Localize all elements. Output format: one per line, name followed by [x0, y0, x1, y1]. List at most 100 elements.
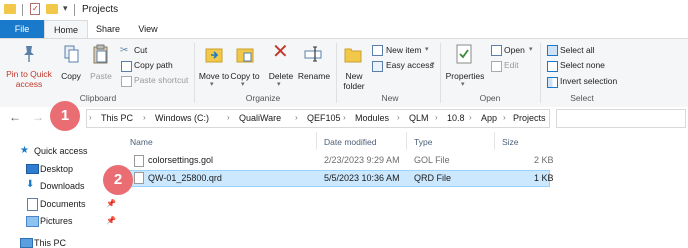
file-type: GOL File: [414, 155, 450, 165]
move-to-button[interactable]: Move to: [198, 71, 230, 81]
open-button[interactable]: Open: [504, 44, 525, 56]
file-name[interactable]: colorsettings.gol: [148, 155, 213, 165]
documents-icon: [27, 198, 38, 211]
new-item-icon: [372, 45, 383, 56]
tab-file[interactable]: File: [0, 20, 44, 38]
divider: [406, 132, 407, 150]
window-title: Projects: [82, 4, 119, 15]
copy-to-button[interactable]: Copy to: [229, 71, 261, 81]
chevron-down-icon: ▾: [431, 61, 435, 68]
chevron-down-icon: ▾: [210, 81, 214, 88]
chevron-right-icon: ›: [89, 113, 92, 122]
organize-group-label: Organize: [245, 93, 281, 103]
select-all-icon: [547, 45, 558, 56]
divider: [494, 132, 495, 150]
file-size: 1 KB: [534, 173, 554, 183]
nav-item-quick-access[interactable]: Quick access: [34, 146, 88, 156]
copy-button[interactable]: Copy: [58, 71, 84, 81]
chevron-right-icon: ›: [343, 113, 346, 122]
tab-share[interactable]: Share: [90, 20, 126, 38]
copy-path-icon: [121, 61, 132, 72]
address-row: ← → › This PC › Windows (C:) › QualiWare…: [0, 107, 688, 129]
address-bar[interactable]: › This PC › Windows (C:) › QualiWare › Q…: [86, 109, 550, 128]
breadcrumb-qualiware[interactable]: QualiWare: [239, 113, 281, 123]
file-icon: [134, 155, 144, 167]
file-size: 2 KB: [534, 155, 554, 165]
annotation-marker-1: 1: [50, 101, 80, 131]
pin-icon: 📌: [106, 199, 116, 208]
tab-home[interactable]: Home: [44, 20, 88, 38]
select-all-button[interactable]: Select all: [560, 44, 595, 56]
downloads-icon: ⬇: [26, 179, 35, 190]
new-folder-button[interactable]: New folder: [338, 71, 370, 91]
select-none-icon: [547, 61, 558, 72]
pictures-icon: [26, 216, 39, 227]
nav-item-this-pc[interactable]: This PC: [34, 238, 66, 248]
breadcrumb-10-8[interactable]: 10.8: [447, 113, 465, 123]
breadcrumb-modules[interactable]: Modules: [355, 113, 389, 123]
divider: [336, 43, 337, 103]
divider: [22, 4, 23, 16]
column-header-date-modified[interactable]: Date modified: [324, 137, 376, 147]
customize-toolbar-icon[interactable]: ▾: [63, 3, 68, 14]
new-folder-icon: [344, 45, 362, 63]
this-pc-icon: [20, 238, 33, 248]
breadcrumb-windows-c[interactable]: Windows (C:): [155, 113, 209, 123]
cut-button[interactable]: Cut: [134, 44, 147, 56]
column-header-size[interactable]: Size: [502, 137, 519, 147]
copy-path-button[interactable]: Copy path: [134, 59, 173, 71]
open-group-label: Open: [479, 93, 501, 103]
rename-button[interactable]: Rename: [297, 71, 331, 81]
chevron-down-icon: ▾: [461, 81, 465, 88]
file-icon: [134, 172, 144, 184]
properties-button[interactable]: Properties: [444, 71, 486, 81]
divider: [74, 4, 75, 16]
ribbon-tabs: File Home Share View: [0, 20, 688, 38]
ribbon: Pin to Quick access Copy Paste ✂ Cut Cop…: [0, 38, 688, 108]
rename-icon: [304, 45, 322, 63]
nav-item-pictures[interactable]: Pictures: [40, 216, 73, 226]
new-group-label: New: [381, 93, 399, 103]
breadcrumb-projects[interactable]: Projects: [513, 113, 546, 123]
paste-shortcut-button[interactable]: Paste shortcut: [134, 74, 188, 86]
breadcrumb-app[interactable]: App: [481, 113, 497, 123]
easy-access-button[interactable]: Easy access: [386, 59, 434, 71]
back-arrow-icon[interactable]: ←: [9, 110, 21, 124]
easy-access-icon: [372, 61, 383, 72]
search-input[interactable]: [556, 109, 686, 128]
breadcrumb-qef105[interactable]: QEF105: [307, 113, 341, 123]
desktop-icon: [26, 164, 39, 174]
file-type: QRD File: [414, 173, 452, 183]
paste-button[interactable]: Paste: [86, 71, 116, 81]
scissors-icon: ✂: [120, 45, 129, 56]
divider: [194, 43, 195, 103]
column-header-type[interactable]: Type: [414, 137, 432, 147]
forward-arrow-icon[interactable]: →: [32, 110, 44, 124]
tab-view[interactable]: View: [132, 20, 164, 38]
open-icon: [491, 45, 502, 56]
breadcrumb-this-pc[interactable]: This PC: [101, 113, 133, 123]
nav-item-documents[interactable]: Documents: [40, 199, 86, 209]
nav-item-desktop[interactable]: Desktop: [40, 164, 73, 174]
new-item-button[interactable]: New item: [386, 44, 421, 56]
nav-item-downloads[interactable]: Downloads: [40, 181, 85, 191]
select-group-label: Select: [570, 93, 594, 103]
breadcrumb-qlm[interactable]: QLM: [409, 113, 429, 123]
new-folder-quick-icon[interactable]: [46, 4, 58, 14]
invert-selection-button[interactable]: Invert selection: [560, 75, 617, 87]
move-to-icon: [205, 45, 223, 63]
properties-quick-icon[interactable]: ✓: [30, 3, 40, 15]
chevron-right-icon: ›: [435, 113, 438, 122]
chevron-right-icon: ›: [295, 113, 298, 122]
invert-selection-icon: [547, 77, 558, 88]
select-none-button[interactable]: Select none: [560, 59, 605, 71]
properties-icon: [456, 44, 472, 64]
pin-to-quick-access-button[interactable]: Pin to Quick access: [2, 69, 56, 89]
file-name[interactable]: QW-01_25800.qrd: [148, 173, 222, 183]
edit-button[interactable]: Edit: [504, 59, 519, 71]
column-header-name[interactable]: Name: [130, 137, 153, 147]
divider: [316, 132, 317, 150]
divider: [540, 43, 541, 103]
divider: [440, 43, 441, 103]
delete-button[interactable]: Delete: [266, 71, 296, 81]
